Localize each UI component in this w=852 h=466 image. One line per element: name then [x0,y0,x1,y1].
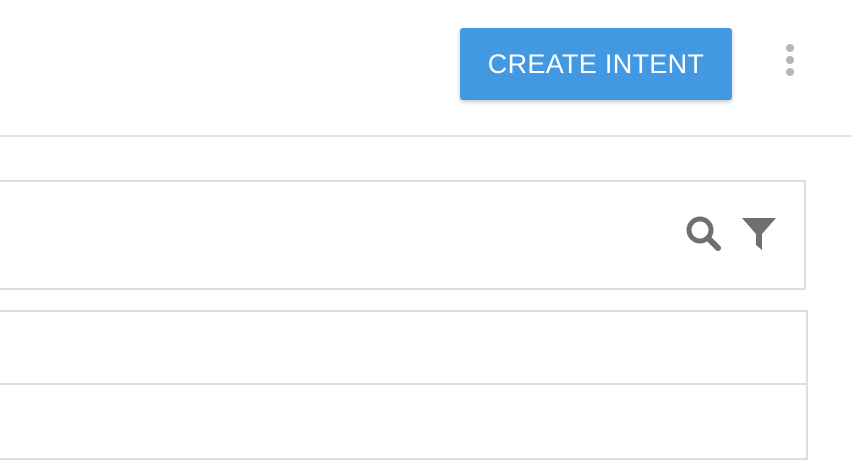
intent-list [0,310,808,460]
intents-page: CREATE INTENT [0,0,852,466]
search-input[interactable] [18,212,662,262]
create-intent-button[interactable]: CREATE INTENT [460,28,732,100]
list-item[interactable] [0,312,806,385]
more-dot [786,68,794,76]
more-options-icon[interactable] [774,36,806,84]
more-dot [786,44,794,52]
search-icon[interactable] [684,214,724,254]
filter-icon[interactable] [740,214,778,254]
page-toolbar: CREATE INTENT [0,0,852,137]
list-item[interactable] [0,386,806,459]
more-dot [786,56,794,64]
